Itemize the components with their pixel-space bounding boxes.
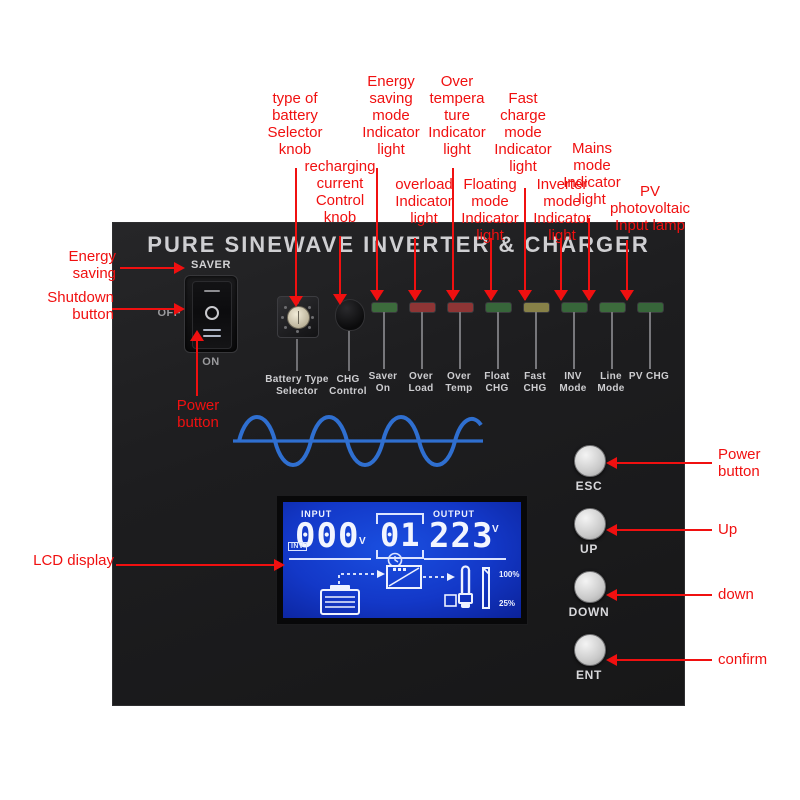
knob-tick xyxy=(296,330,299,333)
annotation-up: Up xyxy=(718,521,738,538)
lcd-input-underline xyxy=(289,558,371,560)
lcd-output-underline xyxy=(424,558,506,560)
knob-tick xyxy=(311,316,314,319)
knob-tick xyxy=(308,326,311,329)
arrow-inverter-mode-led xyxy=(554,290,568,301)
knob-tick xyxy=(308,306,311,309)
lcd-load-bottom-label: 25% xyxy=(499,599,516,608)
leader-lcd-display xyxy=(116,564,276,566)
led-leader xyxy=(573,312,575,369)
knob-tick xyxy=(281,316,284,319)
led-leader xyxy=(459,312,461,369)
leader-energy-saving xyxy=(120,267,176,269)
chg-control-leader xyxy=(348,331,350,371)
led-leader xyxy=(421,312,423,369)
down-button-label: DOWN xyxy=(568,605,610,619)
esc-button[interactable] xyxy=(574,445,606,477)
arrow-overload-led xyxy=(408,290,422,301)
leader-up xyxy=(616,529,712,531)
annotation-recharging-current-knob: recharging current Control knob xyxy=(304,158,376,226)
inverter-front-panel: PURE SINEWAVE INVERTER & CHARGER SAVER O… xyxy=(112,222,685,706)
arrow-recharging-current-knob xyxy=(333,294,347,305)
leader-mains-mode-led xyxy=(588,218,590,300)
arrow-energy-saving-led xyxy=(370,290,384,301)
lcd-output-unit: V xyxy=(492,524,499,535)
annotation-confirm: confirm xyxy=(718,651,768,668)
ent-button-label: ENT xyxy=(575,668,603,682)
arrow-shutdown-button xyxy=(174,303,185,315)
leader-confirm xyxy=(616,659,712,661)
battery-type-leader xyxy=(296,339,298,371)
leader-down xyxy=(616,594,712,596)
power-on-bar-icon xyxy=(203,329,221,332)
leader-recharging-current-knob xyxy=(339,236,341,298)
led-leader xyxy=(611,312,613,369)
esc-button-label: ESC xyxy=(575,479,603,493)
saver-dash-marker xyxy=(204,290,220,292)
leader-shutdown-button xyxy=(112,308,176,310)
lcd-output-value: 223 xyxy=(429,516,494,556)
annotation-fast-charge-led: Fast charge mode Indicator light xyxy=(494,90,552,175)
led-leader xyxy=(649,312,651,369)
power-off-circle-icon xyxy=(205,306,219,320)
arrow-battery-type-knob xyxy=(289,296,303,307)
lcd-screen: INPUT 000 V INV 01 OUTPUT 223 V 100% 25% xyxy=(283,502,521,618)
arrow-fast-charge-led xyxy=(518,290,532,301)
annotation-floating-mode-led: Floating mode Indicator light xyxy=(461,176,519,244)
arrow-power-button xyxy=(190,330,204,341)
arrow-power-button-right xyxy=(606,457,617,469)
knob-tick xyxy=(284,306,287,309)
led-leader xyxy=(497,312,499,369)
annotation-power-button-right: Power button xyxy=(718,446,761,480)
led-leader xyxy=(383,312,385,369)
ent-button[interactable] xyxy=(574,634,606,666)
power-on-bar-icon-2 xyxy=(203,335,221,338)
annotation-pv-input-lamp: PV photovoltaic Input lamp xyxy=(609,183,691,234)
knob-dial[interactable] xyxy=(287,306,310,329)
arrow-confirm xyxy=(606,654,617,666)
leader-energy-saving-led xyxy=(376,168,378,300)
arrow-lcd-display xyxy=(274,559,285,571)
annotation-energy-saving: Energy saving xyxy=(68,248,116,282)
lcd-input-unit: V xyxy=(359,536,366,547)
arrow-over-temperature-led xyxy=(446,290,460,301)
power-rocker-switch[interactable] xyxy=(184,275,238,353)
lcd-center-value: 01 xyxy=(380,516,421,554)
annotation-lcd-display: LCD display xyxy=(33,552,114,569)
leader-power-button-right xyxy=(616,462,712,464)
knob-tick xyxy=(284,326,287,329)
annotation-over-temperature-led: Over tempera ture Indicator light xyxy=(428,73,486,158)
sinewave-graphic xyxy=(233,415,483,467)
arrow-floating-mode-led xyxy=(484,290,498,301)
lcd-display: INPUT 000 V INV 01 OUTPUT 223 V 100% 25% xyxy=(276,495,528,625)
annotation-battery-type-knob: type of battery Selector knob xyxy=(267,90,323,158)
arrow-down xyxy=(606,589,617,601)
annotation-power-button: Power button xyxy=(176,397,220,431)
up-button[interactable] xyxy=(574,508,606,540)
arrow-pv-input-lamp xyxy=(620,290,634,301)
led-leader xyxy=(535,312,537,369)
lcd-inv-badge: INV xyxy=(288,542,307,551)
leader-power-button xyxy=(196,340,198,396)
saver-position-label: SAVER xyxy=(190,259,232,271)
annotation-down: down xyxy=(718,586,754,603)
knob-slot xyxy=(297,311,300,324)
arrow-energy-saving xyxy=(174,262,185,274)
led-label-pv-chg: PV CHG xyxy=(628,371,670,382)
annotation-shutdown-button: Shutdown button xyxy=(47,289,114,323)
down-button[interactable] xyxy=(574,571,606,603)
on-position-label: ON xyxy=(202,356,220,368)
up-button-label: UP xyxy=(579,542,599,556)
lcd-load-top-label: 100% xyxy=(499,570,520,579)
arrow-mains-mode-led xyxy=(582,290,596,301)
lcd-flow-diagram xyxy=(320,565,490,615)
arrow-up xyxy=(606,524,617,536)
